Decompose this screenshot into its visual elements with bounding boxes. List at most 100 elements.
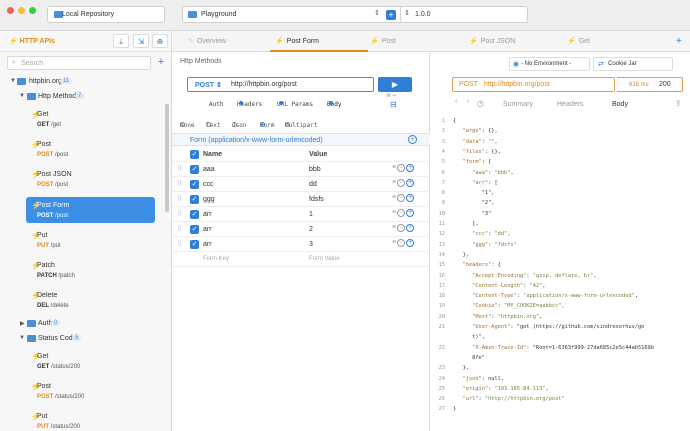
field-value[interactable]: bbb (309, 166, 321, 173)
environment-selector[interactable]: ◉ - No Environment - (509, 57, 590, 71)
request-item-delete[interactable]: ⚡ Delete DEL /delete (26, 287, 155, 313)
field-key[interactable]: ggg (203, 196, 215, 203)
drag-handle-icon[interactable]: ⠿ (177, 210, 182, 218)
field-key[interactable]: arr (203, 241, 212, 248)
new-value-input[interactable]: Form Value (309, 256, 340, 262)
request-tree: ▼ httpbin.org 11 ▼ Http Methods 7 ⚡ Get … (0, 75, 165, 431)
field-checkbox[interactable]: ✓ (190, 210, 199, 219)
request-item-status-put[interactable]: ⚡ Put PUT /status/200 (26, 408, 155, 431)
request-item-post[interactable]: ⚡ Post POST /post (26, 136, 155, 162)
code-text: } (453, 406, 457, 413)
tab-summary[interactable]: Summary (503, 101, 533, 108)
url-bar[interactable]: POST ⇕ http://httpbin.org/post (187, 77, 374, 92)
field-key[interactable]: arr (203, 211, 212, 218)
project-selector[interactable]: Playground ⇕ + (182, 6, 409, 23)
add-project-button[interactable]: + (386, 10, 396, 20)
drag-handle-icon[interactable]: ⠿ (177, 195, 182, 203)
tab-post[interactable]: ⚡ Post (370, 31, 460, 52)
minimize-window-button[interactable] (18, 7, 25, 14)
field-checkbox[interactable]: ✓ (190, 240, 199, 249)
request-item-status-get[interactable]: ⚡ Get GET /status/200 (26, 348, 155, 374)
target-icon[interactable]: ⊕ (152, 34, 168, 48)
field-checkbox[interactable]: ✓ (190, 195, 199, 204)
add-field-icon[interactable]: + (406, 209, 415, 217)
field-value[interactable]: fdsfs (309, 196, 324, 203)
remove-field-icon[interactable]: − (397, 194, 406, 202)
tree-folder-status-codes[interactable]: ▼ Status Codes 5 (0, 334, 165, 344)
repository-selector[interactable]: Local Repository (47, 6, 165, 23)
collapse-icon[interactable]: ⇲ (133, 34, 149, 48)
back-icon[interactable]: ‹ (455, 98, 457, 105)
close-window-button[interactable] (7, 7, 14, 14)
tab-get[interactable]: ⚡ Get (567, 31, 657, 52)
add-request-button[interactable]: + (155, 56, 167, 70)
drag-handle-icon[interactable]: ⠿ (177, 165, 182, 173)
remove-field-icon[interactable]: − (397, 239, 406, 247)
field-value[interactable]: 2 (309, 226, 313, 233)
drag-handle-icon[interactable]: ⠿ (177, 240, 182, 248)
field-key[interactable]: arr (203, 226, 212, 233)
field-value[interactable]: 3 (309, 241, 313, 248)
sidebar-scrollbar[interactable] (165, 104, 169, 212)
forward-icon[interactable]: › (467, 98, 469, 105)
menu-icon[interactable]: ≡ (392, 239, 396, 246)
request-item-put[interactable]: ⚡ Put PUT /put (26, 227, 155, 253)
field-key[interactable]: aaa (203, 166, 215, 173)
version-selector[interactable]: ⇕ 1.0.0 (400, 6, 528, 23)
request-name: Post (37, 383, 52, 390)
tab-post-json[interactable]: ⚡ Post JSON (469, 31, 559, 52)
field-key[interactable]: ccc (203, 181, 214, 188)
history-icon[interactable]: ◷ (477, 99, 484, 108)
remove-field-icon[interactable]: − (397, 209, 406, 217)
request-item-status-post[interactable]: ⚡ Post POST /status/200 (26, 378, 155, 404)
drag-handle-icon[interactable]: ⠿ (177, 180, 182, 188)
remove-field-icon[interactable]: − (397, 164, 406, 172)
request-item-post-form[interactable]: ⚡ Post Form POST /post (26, 197, 155, 223)
save-icon[interactable]: ⊟ (390, 100, 397, 109)
request-item-post-json[interactable]: ⚡ Post JSON POST /post (26, 166, 155, 192)
add-tab-button[interactable]: + (676, 36, 682, 47)
menu-icon[interactable]: ≡ (392, 179, 396, 186)
field-value[interactable]: dd (309, 181, 317, 188)
new-key-input[interactable]: Form Key (203, 256, 229, 262)
add-field-icon[interactable]: + (406, 179, 415, 187)
remove-field-icon[interactable]: − (397, 224, 406, 232)
tab-body[interactable]: Body (612, 101, 628, 108)
method-selector[interactable]: POST ⇕ (195, 81, 222, 89)
menu-icon[interactable]: ≡ (392, 164, 396, 171)
tree-folder-http-methods[interactable]: ▼ Http Methods 7 (0, 92, 165, 102)
menu-icon[interactable]: ≡ (392, 209, 396, 216)
remove-field-icon[interactable]: − (397, 179, 406, 187)
field-checkbox[interactable]: ✓ (190, 165, 199, 174)
tab-overview[interactable]: ✎ Overview (188, 31, 268, 52)
tab-post-form[interactable]: ⚡ Post Form (270, 31, 368, 52)
select-all-checkbox[interactable]: ✓ (190, 150, 199, 159)
search-input[interactable]: ⌕ Search (7, 56, 151, 70)
request-item-patch[interactable]: ⚡ Patch PATCH /patch (26, 257, 155, 283)
field-checkbox[interactable]: ✓ (190, 225, 199, 234)
add-field-icon[interactable]: + (406, 224, 415, 232)
cookie-jar-button[interactable]: ⇄ Cookie Jar (593, 57, 673, 71)
tree-folder-httpbin[interactable]: ▼ httpbin.org 11 (0, 77, 165, 87)
request-item-get[interactable]: ⚡ Get GET /get (26, 106, 155, 132)
menu-icon[interactable]: ≡ (392, 194, 396, 201)
tab-headers[interactable]: Headers (557, 101, 583, 108)
code-text: ], (453, 221, 479, 227)
menu-icon[interactable]: ≡ (392, 224, 396, 231)
add-field-icon[interactable]: + (406, 164, 415, 172)
field-checkbox[interactable]: ✓ (190, 180, 199, 189)
add-field-icon[interactable]: + (406, 194, 415, 202)
url-input[interactable]: http://httpbin.org/post (231, 81, 297, 88)
code-line: 2 "args": {}, (431, 128, 690, 137)
export-icon[interactable]: ⇪ (675, 99, 682, 108)
drag-handle-icon[interactable]: ⠿ (177, 225, 182, 233)
zoom-window-button[interactable] (29, 7, 36, 14)
code-line: 3 "data": "", (431, 139, 690, 148)
add-field-button[interactable]: + (408, 135, 417, 144)
updown-chevron-icon[interactable]: ⇕ (374, 9, 380, 17)
field-value[interactable]: 1 (309, 211, 313, 218)
import-icon[interactable]: ⤓ (113, 34, 129, 48)
tree-folder-auth[interactable]: ▶ Auth 0 (0, 319, 165, 329)
add-field-icon[interactable]: + (406, 239, 415, 247)
send-button[interactable]: ▶ (378, 77, 412, 92)
